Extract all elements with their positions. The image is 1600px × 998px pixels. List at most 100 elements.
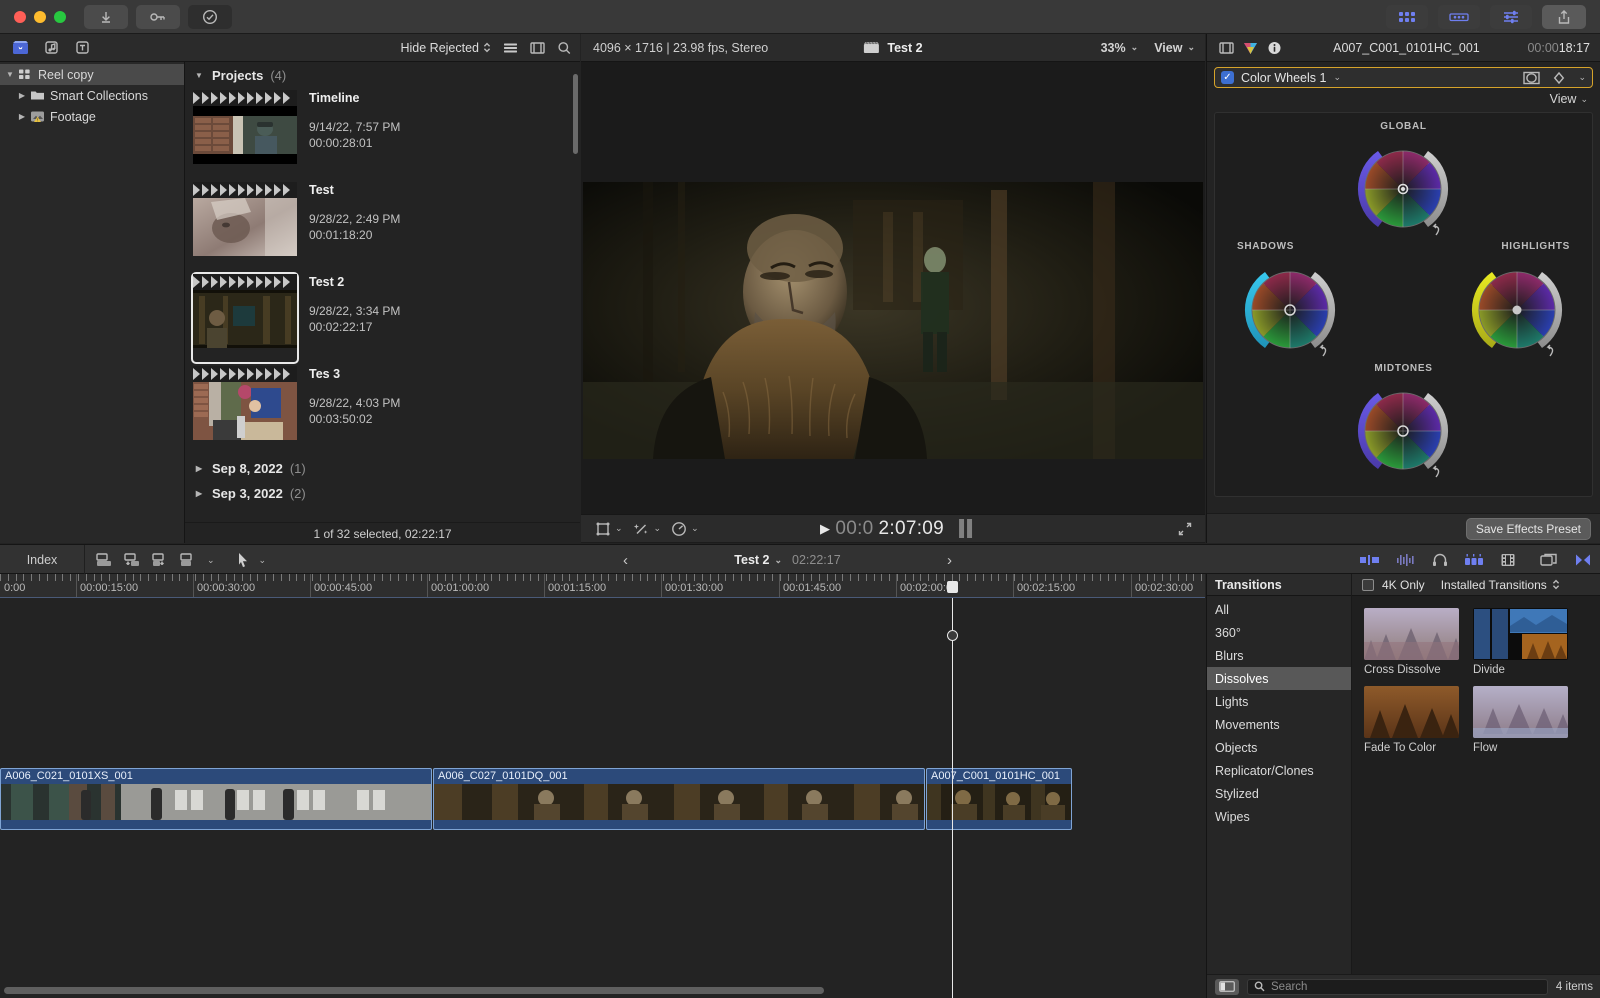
category-dissolves[interactable]: Dissolves: [1207, 667, 1351, 690]
library-icon[interactable]: [12, 40, 29, 55]
titles-browser-icon[interactable]: [74, 40, 91, 55]
list-item[interactable]: Timeline 9/14/22, 7:57 PM 00:00:28:01: [185, 88, 580, 180]
project-thumbnail[interactable]: [193, 90, 297, 178]
clip-appearance-icon[interactable]: [1360, 554, 1380, 566]
chevron-down-icon[interactable]: ⌄: [654, 523, 662, 534]
category-lights[interactable]: Lights: [1207, 690, 1351, 713]
disclosure-triangle-icon[interactable]: ▶: [16, 112, 28, 121]
audio-waveform-icon[interactable]: [1396, 554, 1416, 566]
effect-row-color-wheels[interactable]: ✓ Color Wheels 1 ⌄ ⌄: [1214, 67, 1593, 88]
share-button[interactable]: [1542, 4, 1586, 29]
disclosure-triangle-icon[interactable]: ▶: [193, 464, 205, 473]
color-inspector-icon[interactable]: [1243, 41, 1258, 55]
viewer-canvas[interactable]: [581, 62, 1205, 514]
projects-browser[interactable]: ▼ Projects (4) Timeline 9/14/22, 7:57 PM…: [185, 62, 580, 522]
video-inspector-icon[interactable]: [1219, 41, 1234, 55]
disclosure-triangle-icon[interactable]: ▶: [193, 489, 205, 498]
transition-item-cross-dissolve[interactable]: Cross Dissolve: [1364, 608, 1459, 676]
mask-icon[interactable]: [1523, 71, 1541, 85]
search-input[interactable]: Search: [1247, 978, 1548, 995]
clip-trim-handle[interactable]: [1071, 768, 1072, 830]
close-button[interactable]: [14, 10, 26, 23]
list-item[interactable]: Test 9/28/22, 2:49 PM 00:01:18:20: [185, 180, 580, 272]
import-media-button[interactable]: [84, 4, 128, 29]
previous-project-button[interactable]: ‹: [623, 552, 628, 569]
timeline-panel[interactable]: 0:00 00:00:15:00 00:00:30:00 00:00:45:00 00:…: [0, 574, 1205, 998]
timeline-playhead[interactable]: [946, 598, 958, 998]
color-wheel-highlights[interactable]: [1446, 256, 1588, 364]
chevron-down-icon[interactable]: ⌄: [615, 523, 623, 534]
transition-item-divide[interactable]: Divide: [1473, 608, 1568, 676]
transitions-source-popup[interactable]: Installed Transitions: [1441, 578, 1560, 592]
chevron-down-icon[interactable]: ⌄: [691, 523, 699, 534]
timeline-clip[interactable]: A006_C021_0101XS_001: [0, 768, 432, 830]
transitions-browser-button[interactable]: [1438, 4, 1480, 29]
snapping-icon[interactable]: [1574, 553, 1592, 567]
category-all[interactable]: All: [1207, 598, 1351, 621]
category-blurs[interactable]: Blurs: [1207, 644, 1351, 667]
skimming-icon[interactable]: [1464, 554, 1484, 566]
playhead-knob[interactable]: [946, 630, 958, 641]
category-360[interactable]: 360°: [1207, 621, 1351, 644]
timeline-project-popup[interactable]: Test 2 ⌄: [734, 553, 782, 567]
project-thumbnail[interactable]: [193, 366, 297, 454]
chevron-down-icon[interactable]: ⌄: [1578, 72, 1586, 83]
browser-group-sep-8[interactable]: ▶ Sep 8, 2022 (1): [185, 456, 580, 481]
effect-enable-checkbox[interactable]: ✓: [1221, 71, 1234, 84]
keywords-button[interactable]: [136, 4, 180, 29]
color-wheel-shadows[interactable]: [1219, 256, 1361, 364]
zoom-popup[interactable]: 33% ⌄: [1101, 41, 1139, 55]
timeline-clip[interactable]: A007_C001_0101HC_001: [926, 768, 1072, 830]
filter-popup[interactable]: Hide Rejected: [400, 41, 491, 55]
search-icon[interactable]: [557, 41, 572, 55]
timeline-track-area[interactable]: A006_C021_0101XS_001 A006_C027_0101DQ_00…: [0, 598, 1205, 998]
overwrite-icon[interactable]: [179, 552, 197, 568]
effects-browser-button[interactable]: [1386, 4, 1428, 29]
select-tool-icon[interactable]: [237, 552, 249, 568]
viewer-timecode[interactable]: ▶ 00:0 2:07:09: [820, 518, 973, 540]
next-project-button[interactable]: ›: [947, 552, 952, 569]
connect-icon[interactable]: [151, 552, 169, 568]
filmstrip-icon[interactable]: [1500, 553, 1516, 567]
timeline-ruler[interactable]: 0:00 00:00:15:00 00:00:30:00 00:00:45:00 00:…: [0, 574, 1205, 598]
disclosure-triangle-icon[interactable]: ▶: [16, 91, 28, 100]
maximize-button[interactable]: [54, 10, 66, 23]
window-controls[interactable]: [14, 10, 66, 23]
sidebar-item-smart-collections[interactable]: ▶ Smart Collections: [0, 85, 184, 106]
fullscreen-button[interactable]: [1177, 521, 1193, 537]
browser-group-sep-3[interactable]: ▶ Sep 3, 2022 (2): [185, 481, 580, 506]
transitions-category-list[interactable]: All 360° Blurs Dissolves Lights Movement…: [1207, 596, 1352, 974]
category-stylized[interactable]: Stylized: [1207, 782, 1351, 805]
panel-toggle-icon[interactable]: [1215, 978, 1239, 995]
keyframe-diamond-icon[interactable]: [1552, 71, 1566, 85]
category-wipes[interactable]: Wipes: [1207, 805, 1351, 828]
view-popup[interactable]: View ⌄: [1154, 41, 1195, 55]
project-thumbnail[interactable]: [193, 182, 297, 270]
transition-item-flow[interactable]: Flow: [1473, 686, 1568, 754]
minimize-button[interactable]: [34, 10, 46, 23]
list-item[interactable]: Tes 3 9/28/22, 4:03 PM 00:03:50:02: [185, 364, 580, 456]
timeline-horizontal-scrollbar[interactable]: [0, 987, 1205, 994]
project-thumbnail[interactable]: [191, 272, 299, 364]
list-view-icon[interactable]: [503, 41, 518, 55]
music-browser-icon[interactable]: [43, 40, 60, 55]
audio-meter[interactable]: [959, 519, 973, 538]
sidebar-item-reel-copy[interactable]: ▼ Reel copy: [0, 64, 184, 85]
category-objects[interactable]: Objects: [1207, 736, 1351, 759]
browser-group-header[interactable]: ▼ Projects (4): [185, 62, 580, 88]
list-item[interactable]: Test 2 9/28/22, 3:34 PM 00:02:22:17: [185, 272, 580, 364]
category-replicator-clones[interactable]: Replicator/Clones: [1207, 759, 1351, 782]
category-movements[interactable]: Movements: [1207, 713, 1351, 736]
chevron-down-icon[interactable]: ⌄: [259, 555, 267, 566]
transitions-grid[interactable]: Cross Dissolve Divide Fade To Color Flow: [1352, 596, 1600, 974]
inspector-view-popup[interactable]: View ⌄: [1207, 88, 1600, 110]
chevron-down-icon[interactable]: ⌄: [207, 555, 215, 566]
speedometer-icon[interactable]: [671, 521, 687, 537]
disclosure-triangle-icon[interactable]: ▼: [4, 70, 16, 79]
append-icon[interactable]: [95, 552, 113, 568]
ruler-playhead[interactable]: [947, 581, 958, 593]
timeline-index-button[interactable]: Index: [0, 545, 85, 575]
disclosure-triangle-icon[interactable]: ▼: [193, 71, 205, 80]
sidebar-item-footage[interactable]: ▶ Footage: [0, 106, 184, 127]
chevron-down-icon[interactable]: ⌄: [1333, 72, 1341, 83]
